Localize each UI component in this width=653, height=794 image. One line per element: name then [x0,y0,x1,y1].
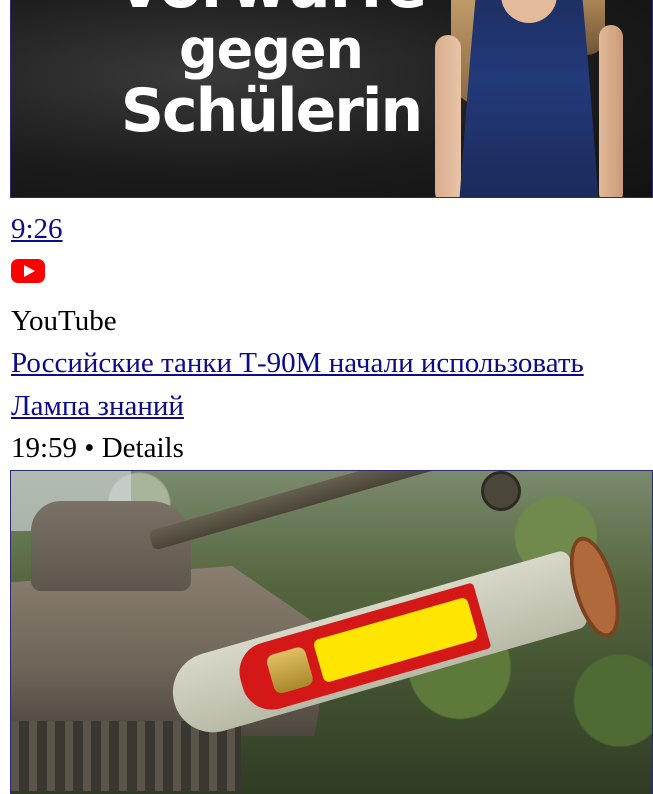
thumbnail-headline-line-2: gegen [179,18,364,81]
thumbnail-headline: Vorwürfe gegen Schülerin [71,0,471,141]
source-label: YouTube [11,305,117,337]
video-thumbnail-2[interactable] [10,470,653,794]
video-2-channel-link[interactable]: Лампа знаний [11,389,184,423]
thumbnail-person-image [431,0,631,197]
arm-left [435,35,461,197]
tank-muzzle [481,471,521,511]
video-2-title-link[interactable]: Российские танки Т-90М начали использова… [11,346,584,380]
results-page: Vorwürfe gegen Schülerin 9:26 YouTube Ро… [0,0,653,794]
video-2-meta: 19:59 • Details [11,432,184,464]
dress [459,0,599,197]
video-1-duration-link[interactable]: 9:26 [11,212,63,246]
arm-right [599,25,623,197]
thumbnail-headline-line-3: Schülerin [120,76,423,146]
thumbnail-headline-line-1: Vorwürfe [71,0,471,17]
video-thumbnail-1[interactable]: Vorwürfe gegen Schülerin [10,0,653,198]
youtube-icon [11,259,45,283]
